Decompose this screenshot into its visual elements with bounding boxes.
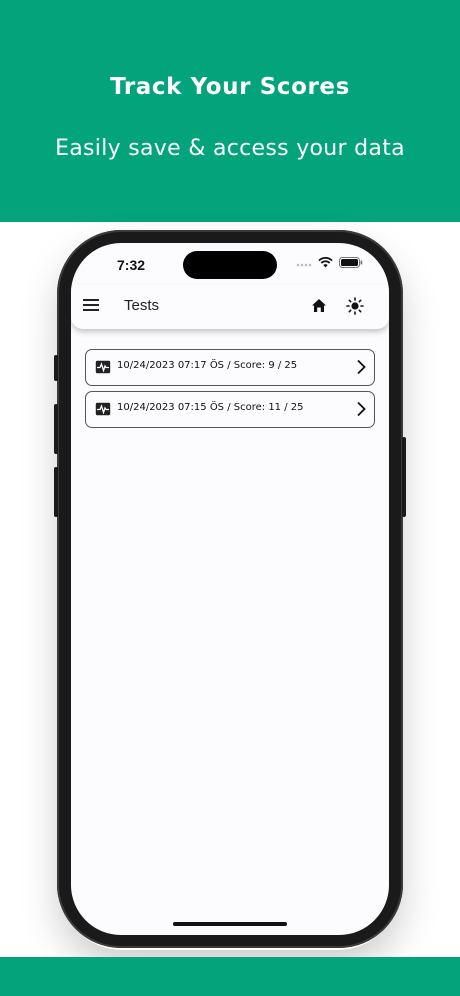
status-icons — [296, 257, 363, 268]
app-bar: Tests — [71, 285, 389, 329]
test-score: Score: 11 / 25 — [233, 402, 304, 413]
home-icon[interactable] — [311, 298, 327, 313]
wifi-icon — [318, 257, 333, 268]
chevron-right-icon — [357, 401, 366, 417]
test-score: Score: 9 / 25 — [233, 360, 298, 371]
test-separator: / — [224, 360, 234, 371]
phone-volume-up — [54, 404, 58, 454]
page-title: Tests — [124, 297, 160, 314]
test-date: 10/24/2023 07:17 ÖS — [117, 360, 225, 371]
test-list: 10/24/2023 07:17 ÖS / Score: 9 / 25 10/2… — [85, 349, 375, 433]
menu-icon[interactable] — [83, 299, 99, 313]
activity-icon — [95, 360, 111, 374]
signal-icon — [296, 263, 312, 266]
test-separator: / — [224, 402, 234, 413]
phone-volume-down — [54, 467, 58, 517]
test-item-text: 10/24/2023 07:17 ÖS / Score: 9 / 25 — [117, 360, 297, 371]
test-list-item[interactable]: 10/24/2023 07:17 ÖS / Score: 9 / 25 — [85, 349, 375, 386]
phone-screen: 7:32 Tests 10/24/2023 07:17 ÖS / Score: … — [71, 243, 389, 935]
activity-icon — [95, 402, 111, 416]
test-date: 10/24/2023 07:15 ÖS — [117, 402, 225, 413]
battery-icon — [339, 257, 363, 268]
chevron-right-icon — [357, 359, 366, 375]
promo-subtitle: Easily save & access your data — [55, 136, 405, 161]
phone-power-button — [402, 437, 406, 517]
dynamic-island — [183, 251, 277, 279]
test-item-text: 10/24/2023 07:15 ÖS / Score: 11 / 25 — [117, 402, 304, 413]
home-indicator[interactable] — [173, 922, 287, 926]
promo-title: Track Your Scores — [110, 74, 350, 100]
promo-banner: Track Your Scores Easily save & access y… — [0, 0, 460, 222]
footer-band — [0, 957, 460, 996]
status-time: 7:32 — [117, 257, 146, 273]
sun-icon[interactable] — [346, 297, 364, 315]
test-list-item[interactable]: 10/24/2023 07:15 ÖS / Score: 11 / 25 — [85, 391, 375, 428]
phone-silent-switch — [54, 355, 58, 381]
